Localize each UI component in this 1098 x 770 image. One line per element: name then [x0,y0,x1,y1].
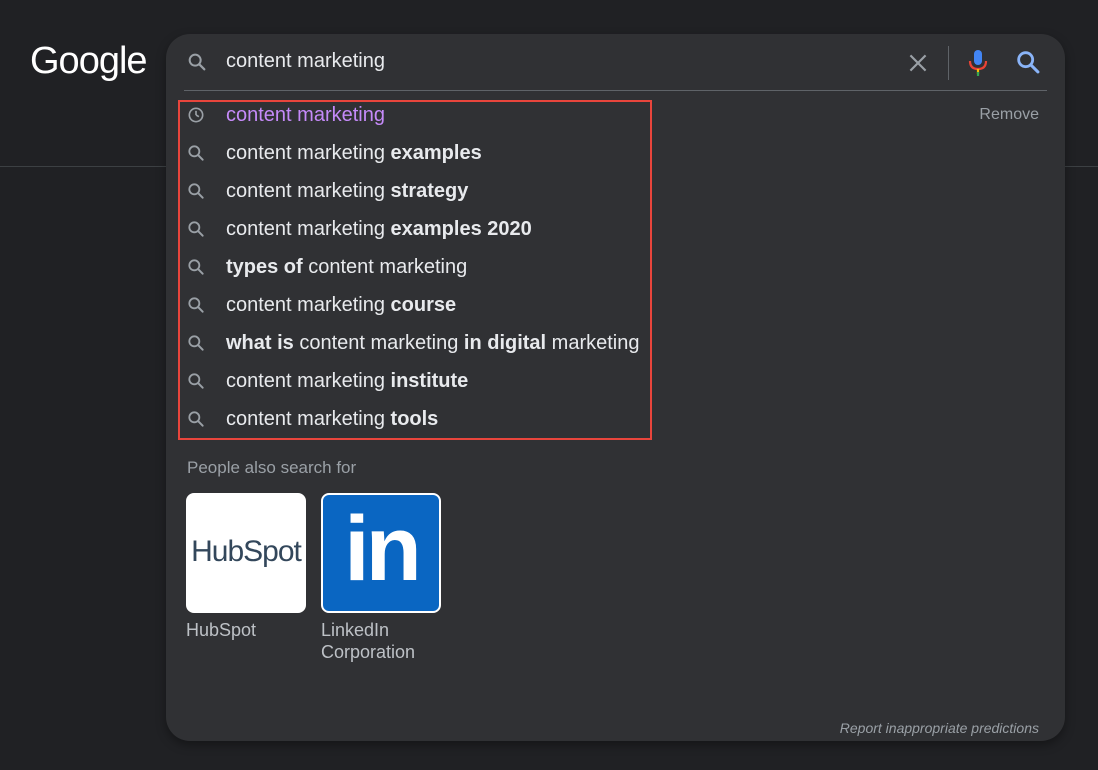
suggestion-part: content marketing [226,218,391,240]
search-icon [188,411,204,427]
mic-icon[interactable] [966,48,990,78]
suggestion-part: content marketing [226,142,391,164]
report-predictions-link[interactable]: Report inappropriate predictions [840,720,1039,736]
hubspot-caption: HubSpot [186,620,257,640]
suggestion-bold-part: tools [390,408,439,430]
suggestion-item[interactable]: content marketing institute [166,362,1065,400]
suggestion-part: content marketing [226,370,391,392]
suggestion-bold-part: in digital [463,332,547,354]
suggestion-text: what is content marketing in digital mar… [226,332,639,355]
suggestion-text: content marketing strategy [226,180,468,203]
suggestion-bold-part: course [390,294,457,316]
search-icon [188,145,204,161]
suggestion-bold-part: types of [226,256,303,278]
history-icon [188,107,204,123]
search-submit-icon[interactable] [1014,48,1042,76]
suggestion-text: content marketing tools [226,408,438,431]
suggestion-part: content marketing [226,408,391,430]
suggestion-item[interactable]: content marketing tools [166,400,1065,438]
suggestion-item[interactable]: content marketing examples [166,134,1065,172]
suggestion-bold-part: examples 2020 [390,218,532,240]
search-icon [188,335,204,351]
remove-history-button[interactable]: Remove [979,106,1039,124]
input-divider [948,46,949,80]
search-icon [188,221,204,237]
suggestion-part: content marketing [226,294,391,316]
suggestion-bold-part: institute [390,370,469,392]
search-icon [188,183,204,199]
hubspot-tile[interactable]: HubSpot HubSpot [186,493,306,641]
google-logo[interactable]: Google [30,40,148,83]
suggestion-item[interactable]: what is content marketing in digital mar… [166,324,1065,362]
suggestion-part: content marketing [226,104,385,126]
suggestion-part: marketing [546,332,640,354]
linkedin-logo-text: in [344,498,422,600]
linkedin-caption: LinkedIn Corporation [321,620,416,662]
suggestion-item[interactable]: content marketing course [166,286,1065,324]
linkedin-logo: in [321,493,441,613]
suggestion-item[interactable]: content marketing strategy [166,172,1065,210]
suggestion-text: content marketing course [226,294,456,317]
suggestion-bold-part: what is [226,332,294,354]
suggestion-text: content marketing examples [226,142,482,165]
search-page: Google content marketing content marketi… [0,0,1098,770]
search-icon [188,373,204,389]
input-underline [184,90,1047,91]
suggestion-text: content marketing [226,104,385,127]
suggestion-bold-part: examples [390,142,482,164]
people-also-search-title: People also search for [187,458,357,477]
search-input-row[interactable]: content marketing [166,34,1065,90]
search-icon [188,259,204,275]
linkedin-tile[interactable]: in LinkedIn Corporation [321,493,441,663]
hubspot-logo-text: HubSpot [191,535,302,568]
suggestion-history-item[interactable]: content marketing Remove [166,96,1065,134]
search-icon [188,53,206,71]
suggestion-text: content marketing institute [226,370,468,393]
suggestion-part: content marketing [302,256,468,278]
suggestion-part: content marketing [226,180,391,202]
suggestion-part: content marketing [293,332,464,354]
suggestion-text: types of content marketing [226,256,467,279]
suggestion-item[interactable]: types of content marketing [166,248,1065,286]
suggestion-text: content marketing examples 2020 [226,218,532,241]
suggestion-item[interactable]: content marketing examples 2020 [166,210,1065,248]
close-icon[interactable] [905,50,931,76]
suggestion-bold-part: strategy [390,180,469,202]
search-icon [188,297,204,313]
search-input[interactable]: content marketing [226,50,385,73]
suggestion-list: content marketing Remove content marketing… [166,96,1065,438]
hubspot-logo: HubSpot [186,493,306,613]
search-dropdown: content marketing content marketing Remov… [166,34,1065,741]
